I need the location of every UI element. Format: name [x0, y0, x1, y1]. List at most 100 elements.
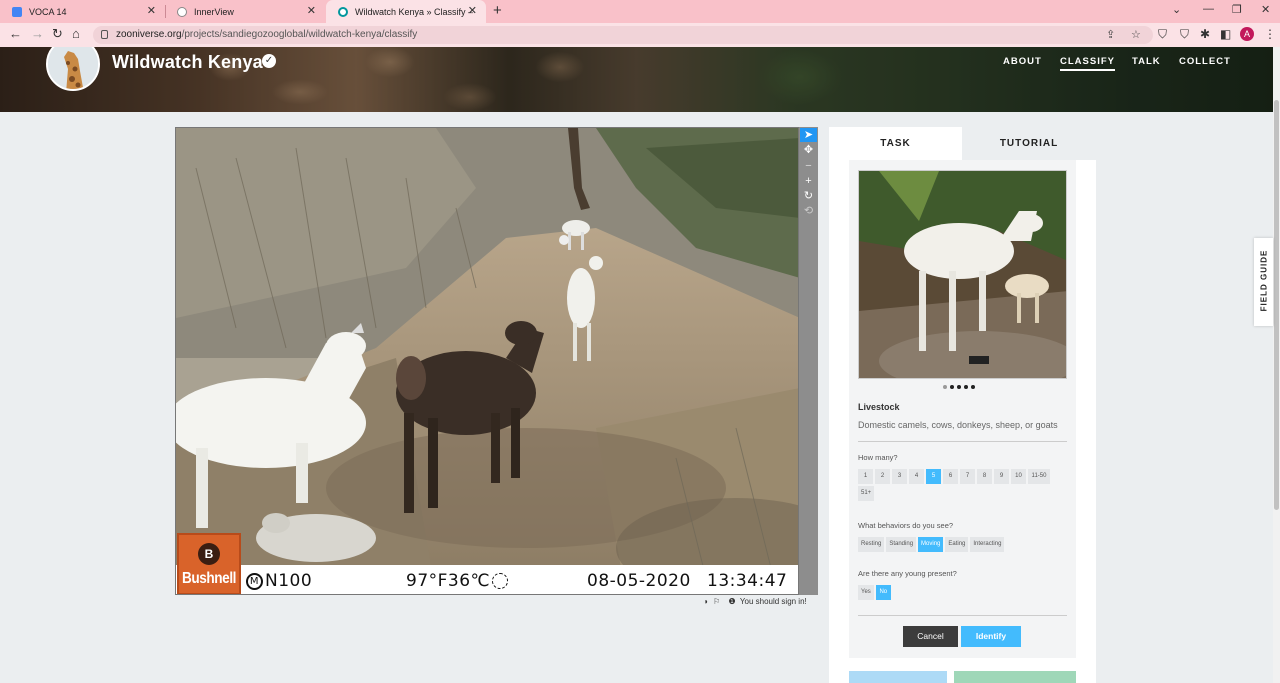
- count-option[interactable]: 10: [1011, 469, 1026, 484]
- flag-icon[interactable]: ⚐: [713, 597, 720, 606]
- behavior-option[interactable]: Eating: [945, 537, 969, 552]
- address-input[interactable]: zooniverse.org/projects/sandiegozoogloba…: [93, 26, 1153, 44]
- url-text: zooniverse.org/projects/sandiegozoogloba…: [116, 29, 418, 40]
- no-option-selected[interactable]: No: [875, 585, 891, 600]
- example-goat-photo: [859, 171, 1066, 378]
- invert-colors-icon[interactable]: ◑: [703, 597, 708, 606]
- tab-tutorial[interactable]: TUTORIAL: [962, 127, 1096, 160]
- address-bar-row: ← → ↻ ⌂ zooniverse.org/projects/sandiego…: [0, 23, 1280, 47]
- count-option[interactable]: 3: [892, 469, 907, 484]
- innerview-icon: [177, 6, 187, 17]
- reset-icon[interactable]: ⟲: [800, 204, 817, 218]
- tab-voca[interactable]: VOCA 14 ✕: [0, 0, 165, 23]
- carousel-dot[interactable]: [950, 385, 954, 389]
- sign-in-notice[interactable]: You should sign in!: [740, 597, 807, 606]
- young-present-options: Yes No: [858, 585, 1068, 600]
- info-icon[interactable]: ❶: [728, 597, 735, 606]
- reload-icon[interactable]: ↻: [52, 27, 63, 41]
- zoom-in-icon[interactable]: +: [800, 174, 817, 188]
- viewer-toolbar: ➤ ✥ − + ↻ ⟲: [799, 127, 818, 595]
- nav-talk[interactable]: TALK: [1132, 56, 1161, 67]
- restore-button[interactable]: ❐: [1232, 3, 1242, 16]
- behavior-option[interactable]: Resting: [858, 537, 885, 552]
- extension-shield-icon[interactable]: ⛉: [1180, 27, 1189, 42]
- close-window-button[interactable]: ✕: [1261, 3, 1270, 16]
- close-tab-icon[interactable]: ✕: [307, 5, 316, 17]
- tab-title: Wildwatch Kenya » Classify — Zo: [355, 6, 473, 17]
- nav-collect[interactable]: COLLECT: [1179, 56, 1231, 67]
- home-icon[interactable]: ⌂: [72, 27, 80, 41]
- count-option-selected[interactable]: 5: [926, 469, 941, 484]
- count-option[interactable]: 6: [943, 469, 958, 484]
- camera-brand: Bushnell: [182, 570, 237, 587]
- pan-icon[interactable]: ✥: [800, 143, 817, 157]
- divider: [858, 441, 1067, 442]
- project-header: Wildwatch Kenya ✓ ABOUT CLASSIFY TALK CO…: [0, 47, 1273, 112]
- yes-option[interactable]: Yes: [858, 585, 874, 600]
- carousel-dot[interactable]: [943, 385, 947, 389]
- camera-trap-photo: [176, 128, 798, 594]
- count-option[interactable]: 8: [977, 469, 992, 484]
- carousel-dot[interactable]: [964, 385, 968, 389]
- close-tab-icon[interactable]: ✕: [468, 5, 477, 17]
- bookmark-star-icon[interactable]: ☆: [1131, 28, 1141, 41]
- new-tab-button[interactable]: +: [493, 3, 502, 18]
- close-tab-icon[interactable]: ✕: [147, 5, 156, 17]
- choice-description: Domestic camels, cows, donkeys, sheep, o…: [858, 420, 1058, 430]
- field-guide-tab[interactable]: FIELD GUIDE: [1254, 238, 1273, 326]
- back-icon[interactable]: ←: [9, 27, 22, 41]
- forward-icon[interactable]: →: [31, 27, 44, 41]
- carousel-dot[interactable]: [957, 385, 961, 389]
- behavior-option[interactable]: Interacting: [970, 537, 1005, 552]
- behavior-option-selected[interactable]: Moving: [918, 537, 944, 552]
- tab-innerview[interactable]: InnerView ✕: [165, 0, 325, 23]
- subject-image-viewer[interactable]: B Bushnell M N100 97°F36℃ 08-05-2020 13:3…: [175, 127, 799, 595]
- moon-indicator-icon: [492, 573, 509, 589]
- extensions-puzzle-icon[interactable]: ✱: [1200, 27, 1210, 41]
- minimize-button[interactable]: —: [1203, 3, 1214, 15]
- rotate-icon[interactable]: ↻: [800, 189, 817, 203]
- nav-about[interactable]: ABOUT: [1003, 56, 1042, 67]
- count-option[interactable]: 11-50: [1028, 469, 1050, 484]
- camera-id: M N100: [246, 571, 312, 591]
- bushnell-logo: B Bushnell: [177, 533, 241, 594]
- lock-icon: [101, 30, 108, 39]
- nav-classify[interactable]: CLASSIFY: [1060, 56, 1115, 71]
- tab-search-icon[interactable]: ⌄: [1172, 3, 1181, 16]
- sidebar-icon[interactable]: ◧: [1220, 27, 1231, 41]
- cancel-button[interactable]: Cancel: [903, 626, 958, 647]
- done-and-talk-button[interactable]: [849, 671, 947, 683]
- behavior-option[interactable]: Standing: [886, 537, 917, 552]
- tab-task[interactable]: TASK: [829, 127, 962, 160]
- browser-tab-bar: VOCA 14 ✕ InnerView ✕ Wildwatch Kenya » …: [0, 0, 1280, 23]
- time-readout: 13:34:47: [707, 571, 788, 591]
- google-classroom-icon: [12, 6, 22, 17]
- identify-button[interactable]: Identify: [961, 626, 1021, 647]
- date-readout: 08-05-2020: [587, 571, 691, 591]
- project-title[interactable]: Wildwatch Kenya: [112, 52, 263, 73]
- share-icon[interactable]: ⇪: [1106, 28, 1115, 41]
- count-option[interactable]: 1: [858, 469, 873, 484]
- image-carousel-dots[interactable]: [943, 385, 975, 389]
- question-behaviors: What behaviors do you see?: [858, 521, 954, 530]
- profile-avatar[interactable]: A: [1240, 27, 1254, 41]
- choice-detail-card: Livestock Domestic camels, cows, donkeys…: [849, 160, 1076, 658]
- page-scrollbar-thumb[interactable]: [1274, 100, 1279, 510]
- brave-shield-icon[interactable]: ⛉: [1158, 27, 1167, 42]
- count-option[interactable]: 7: [960, 469, 975, 484]
- tab-title: InnerView: [194, 6, 234, 17]
- count-option[interactable]: 4: [909, 469, 924, 484]
- example-image[interactable]: [858, 170, 1067, 379]
- field-guide-label: FIELD GUIDE: [1259, 249, 1269, 312]
- count-option[interactable]: 2: [875, 469, 890, 484]
- behavior-options: Resting Standing Moving Eating Interacti…: [858, 537, 1068, 552]
- count-option[interactable]: 9: [994, 469, 1009, 484]
- count-option[interactable]: 51+: [858, 486, 875, 501]
- zoom-out-icon[interactable]: −: [800, 159, 817, 173]
- carousel-dot[interactable]: [971, 385, 975, 389]
- menu-kebab-icon[interactable]: ⋮: [1264, 27, 1276, 41]
- tab-title: VOCA 14: [29, 6, 67, 17]
- pointer-icon[interactable]: ➤: [800, 128, 817, 142]
- done-button[interactable]: [954, 671, 1076, 683]
- tab-wildwatch[interactable]: Wildwatch Kenya » Classify — Zo ✕: [326, 0, 486, 23]
